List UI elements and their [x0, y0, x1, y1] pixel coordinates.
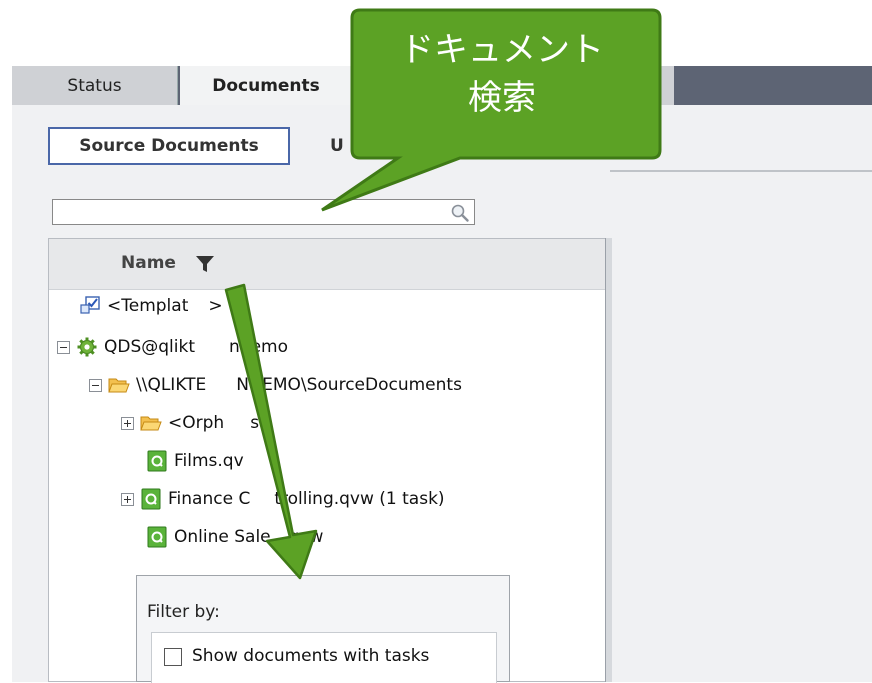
subtab-user-documents[interactable]: U — [330, 127, 344, 165]
tab-documents[interactable]: Documents — [180, 66, 352, 105]
tree-item-orphans[interactable]: <Orph s> — [121, 408, 273, 438]
folder-open-icon — [140, 416, 162, 431]
tree-item-templates[interactable]: <Templat > — [79, 291, 223, 321]
tree-item-label: <Templat > — [107, 296, 223, 316]
template-icon — [80, 296, 100, 314]
tab-status[interactable]: Status — [12, 66, 178, 105]
subtab-divider — [610, 170, 872, 172]
tree-item-source-documents-folder[interactable]: \\QLIKTE NDEMO\SourceDocuments — [89, 370, 462, 400]
show-documents-with-tasks-label[interactable]: Show documents with tasks — [192, 646, 429, 666]
collapse-toggle-icon[interactable] — [57, 340, 70, 354]
tree-item-document-with-task[interactable]: Finance Ctrolling.qvw (1 task) — [121, 484, 445, 514]
annotation-line-2: 検索 — [468, 78, 536, 118]
tree-item-label: QDS@qlikt ndemo — [104, 337, 289, 357]
expand-toggle-icon[interactable] — [121, 416, 134, 430]
panel-splitter[interactable] — [605, 238, 612, 682]
search-input[interactable] — [52, 199, 475, 225]
show-documents-with-tasks-checkbox[interactable] — [164, 648, 182, 666]
subtab-source-documents[interactable]: Source Documents — [48, 127, 290, 165]
tree-item-label: <Orph s> — [168, 413, 274, 433]
qlikview-document-icon — [147, 450, 167, 472]
expand-toggle-icon[interactable] — [121, 492, 134, 506]
filter-popup: Filter by: Show documents with tasks — [136, 575, 510, 683]
column-header-label: Name — [121, 253, 176, 273]
search-icon[interactable] — [450, 203, 470, 223]
qlikview-document-icon — [141, 488, 161, 510]
folder-open-icon — [108, 378, 130, 393]
tree-item-document[interactable]: Films.qv — [146, 446, 244, 476]
filter-option-row: Show documents with tasks — [151, 632, 497, 683]
tree-item-label: Online Sale qvw — [174, 527, 324, 547]
qlikview-document-icon — [147, 526, 167, 548]
tree-item-qds-server[interactable]: QDS@qlikt ndemo — [57, 332, 288, 362]
tree-item-label: Finance Ctrolling.qvw (1 task) — [168, 489, 445, 509]
tree-item-label: Films.qv — [174, 451, 244, 471]
filter-popup-title: Filter by: — [147, 602, 220, 622]
filter-icon[interactable] — [195, 255, 215, 273]
annotation-callout: ドキュメント 検索 — [352, 26, 652, 122]
column-header[interactable]: Name — [49, 239, 609, 290]
collapse-toggle-icon[interactable] — [89, 378, 102, 392]
tree-item-label: \\QLIKTE NDEMO\SourceDocuments — [136, 375, 462, 395]
annotation-line-1: ドキュメント — [400, 30, 604, 70]
service-gear-icon — [77, 337, 97, 357]
tree-item-document[interactable]: Online Sale qvw — [146, 522, 323, 552]
